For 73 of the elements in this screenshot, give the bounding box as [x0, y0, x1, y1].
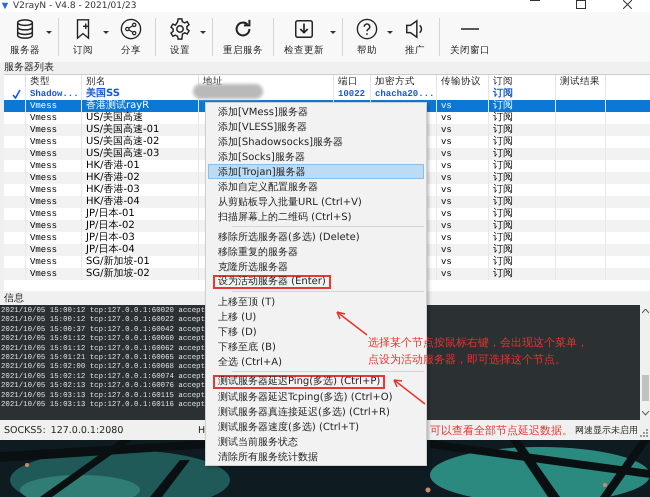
status-label: SOCKS5:	[4, 424, 46, 436]
table-cell: US/美国高速	[86, 112, 144, 123]
table-cell: vs	[441, 209, 452, 219]
table-cell: Vmess	[30, 257, 58, 267]
table-cell: US/美国高速-03	[86, 148, 160, 159]
status-text: H	[198, 424, 206, 436]
table-cell: US/美国高速-02	[86, 136, 160, 147]
table-cell: vs	[441, 245, 452, 255]
table-cell: HK/香港-04	[86, 196, 140, 207]
table-cell: JP/日本-03	[86, 232, 135, 243]
table-cell: 订阅	[493, 136, 513, 147]
table-cell: 订阅	[493, 100, 513, 111]
table-cell: Vmess	[30, 245, 58, 255]
table-cell: Vmess	[30, 101, 58, 111]
table-cell: 订阅	[493, 184, 513, 195]
table-cell: Vmess	[30, 233, 58, 243]
table-cell: 10022	[338, 89, 366, 99]
table-cell: 订阅	[493, 208, 513, 219]
table-cell: 订阅	[493, 244, 513, 255]
table-cell: vs	[441, 197, 452, 207]
table-cell: Vmess	[30, 269, 58, 279]
table-cell: HK/香港-03	[86, 184, 140, 195]
table-cell: vs	[441, 269, 452, 279]
table-cell: Vmess	[30, 209, 58, 219]
table-cell: 订阅	[493, 160, 513, 171]
status-text: 网速显示未启用	[575, 424, 638, 436]
table-cell: vs	[441, 257, 452, 267]
table-cell: vs	[441, 221, 452, 231]
table-cell: JP/日本-02	[86, 220, 135, 231]
table-cell: Vmess	[30, 197, 58, 207]
table-cell: HK/香港-01	[86, 160, 140, 171]
table-cell: 订阅	[493, 256, 513, 267]
status-text: 127.0.0.1:2080	[50, 424, 124, 436]
window-title: V2rayN - V4.8 - 2021/01/23	[13, 0, 136, 12]
table-cell: Vmess	[30, 185, 58, 195]
annotation-text: 可以查看全部节点延迟数据。	[430, 424, 573, 438]
table-cell: Shadow...	[30, 89, 79, 99]
table-cell: SG/新加坡-01	[86, 256, 150, 267]
table-cell: JP/日本-04	[86, 244, 135, 255]
section-label: 服务器列表	[4, 62, 54, 74]
table-cell: 订阅	[493, 88, 513, 99]
table-cell: vs	[441, 113, 452, 123]
table-cell: SG/新加坡-02	[86, 268, 150, 279]
table-cell: 订阅	[493, 148, 513, 159]
table-cell: 订阅	[493, 220, 513, 231]
table-cell: Vmess	[30, 125, 58, 135]
table-cell: US/美国高速-01	[86, 124, 160, 135]
table-cell: JP/日本-01	[86, 208, 135, 219]
table-cell: Vmess	[30, 161, 58, 171]
table-cell: 美国SS	[86, 88, 120, 99]
table-cell: vs	[441, 161, 452, 171]
table-cell: vs	[441, 233, 452, 243]
table-cell: vs	[441, 185, 452, 195]
table-cell: vs	[441, 173, 452, 183]
table-cell: vs	[441, 101, 452, 111]
table-cell: HK/香港-02	[86, 172, 140, 183]
table-cell: 订阅	[493, 268, 513, 279]
table-cell: Vmess	[30, 149, 58, 159]
table-cell: Vmess	[30, 137, 58, 147]
table-cell: vs	[441, 137, 452, 147]
table-cell: vs	[441, 149, 452, 159]
table-cell: vs	[441, 125, 452, 135]
table-cell: chacha20...	[375, 89, 434, 99]
table-cell: 香港测试rayR	[86, 100, 150, 111]
table-cell: 订阅	[493, 196, 513, 207]
table-cell: Vmess	[30, 221, 58, 231]
table-cell: 订阅	[493, 172, 513, 183]
section-label: 信息	[4, 292, 24, 305]
table-cell: Vmess	[30, 113, 58, 123]
table-cell: 订阅	[493, 124, 513, 135]
table-cell: 订阅	[493, 112, 513, 123]
table-cell: Vmess	[30, 173, 58, 183]
table-cell: 订阅	[493, 232, 513, 243]
